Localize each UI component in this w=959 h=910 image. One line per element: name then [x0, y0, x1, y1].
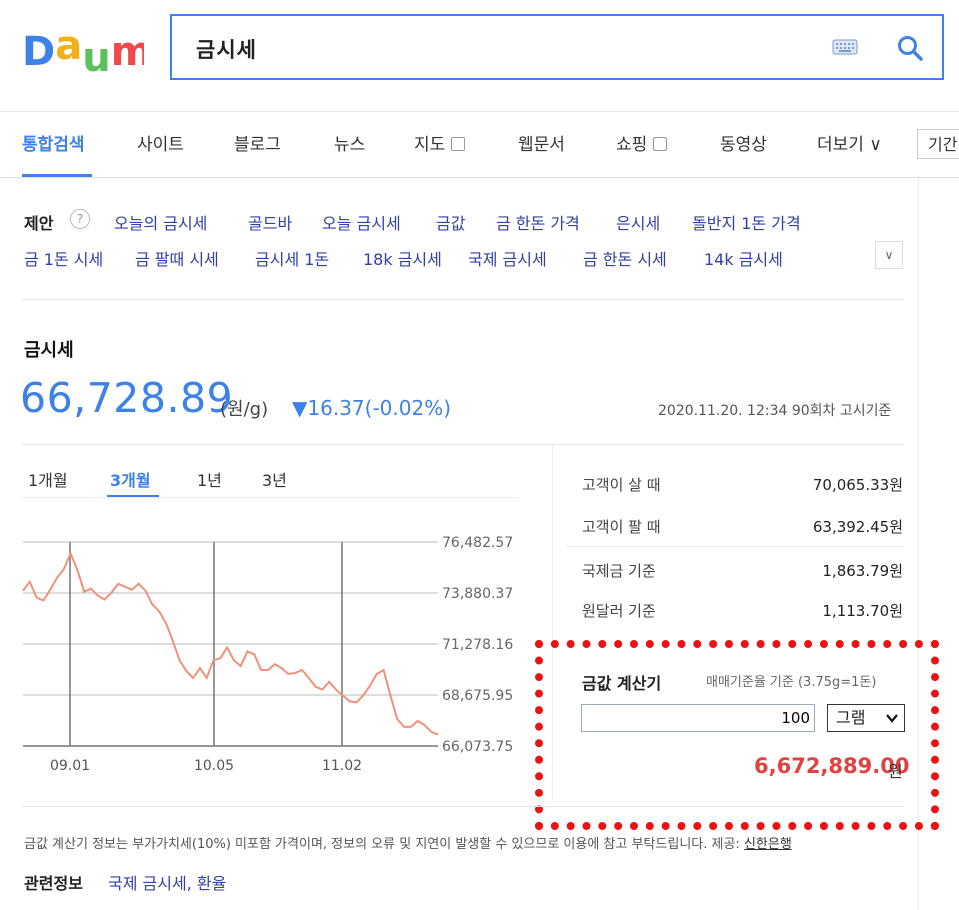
info-row-value: 63,392.45원 — [812, 518, 903, 536]
checkbox-icon — [451, 137, 466, 151]
tab-label: 쇼핑 — [616, 135, 648, 155]
provider-link[interactable]: 신한은행 — [744, 837, 792, 852]
suggestion-link[interactable]: 금 한돈 가격 — [496, 210, 580, 234]
info-row-value: 1,113.70원 — [822, 602, 903, 620]
gram-amount-input[interactable] — [581, 704, 815, 732]
suggestion-expand-button[interactable]: ∨ — [875, 241, 903, 269]
svg-text:Daum: Daum — [22, 27, 144, 75]
info-row-value: 70,065.33원 — [812, 476, 903, 494]
result-unit: 원 — [888, 762, 903, 781]
tab-label: 더보기 ∨ — [817, 135, 882, 155]
notice-timestamp: 2020.11.20. 12:34 90회차 고시기준 — [658, 403, 892, 419]
y-tick-label: 71,278.16 — [442, 637, 513, 653]
period-tab-2[interactable]: 1년 — [197, 467, 222, 491]
calculator-title: 금값 계산기 — [582, 674, 662, 693]
tab-label: 블로그 — [234, 135, 281, 155]
tab-7[interactable]: 동영상 — [720, 130, 767, 155]
suggestion-link[interactable]: 14k 금시세 — [704, 246, 783, 270]
price-divider — [22, 444, 904, 445]
info-row-label: 국제금 기준 — [582, 562, 656, 580]
suggestion-link[interactable]: 금 팔때 시세 — [135, 246, 219, 270]
tab-8[interactable]: 더보기 ∨ — [817, 130, 882, 155]
suggestion-divider — [22, 299, 904, 300]
period-tabs-divider — [22, 497, 518, 498]
suggestion-link[interactable]: 금시세 1돈 — [255, 246, 329, 270]
x-tick-label: 11.02 — [322, 758, 362, 774]
info-row-label: 고객이 팔 때 — [582, 518, 661, 536]
tab-6[interactable]: 쇼핑 — [616, 130, 668, 155]
tab-1[interactable]: 사이트 — [137, 130, 184, 155]
suggestion-link[interactable]: 은시세 — [616, 210, 660, 234]
chevron-down-icon — [886, 714, 898, 723]
period-tab-3[interactable]: 3년 — [262, 467, 287, 491]
related-label: 관련정보 — [24, 874, 83, 893]
suggestion-link[interactable]: 금 한돈 시세 — [583, 246, 667, 270]
price-change: ▼16.37(-0.02%) — [292, 396, 451, 420]
tab-label: 뉴스 — [334, 135, 366, 155]
unit-select[interactable]: 그램 — [827, 704, 905, 732]
tab-label: 지도 — [414, 135, 446, 155]
gold-price: 66,728.89 — [20, 374, 234, 422]
checkbox-icon — [653, 137, 668, 151]
suggestion-link[interactable]: 금 1돈 시세 — [24, 246, 103, 270]
suggestion-label: 제안 — [24, 214, 54, 233]
gold-price-chart: 76,482.57 73,880.37 71,278.16 68,675.95 66,0… — [22, 535, 513, 774]
tab-4[interactable]: 지도 — [414, 130, 466, 155]
tab-label: 사이트 — [137, 135, 184, 155]
tab-label: 통합검색 — [22, 135, 85, 155]
tab-label: 웹문서 — [518, 135, 565, 155]
help-icon[interactable]: ? — [70, 209, 90, 229]
y-tick-label: 76,482.57 — [442, 535, 513, 551]
info-row-label: 원달러 기준 — [582, 602, 656, 620]
related-links[interactable]: 국제 금시세, 환율 — [108, 870, 226, 894]
period-tab-0[interactable]: 1개월 — [28, 467, 68, 491]
info-row-value: 1,863.79원 — [822, 562, 903, 580]
disclaimer-text: 금값 계산기 정보는 부가가치세(10%) 미포함 가격이며, 정보의 오류 및… — [24, 837, 744, 852]
info-row-separator — [566, 546, 904, 547]
tab-2[interactable]: 블로그 — [234, 130, 281, 155]
search-input[interactable]: 금시세 — [196, 34, 257, 64]
calculator-basis: 매매기준율 기준 (3.75g=1돈) — [706, 675, 877, 690]
calculator-result: 6,672,889.00 — [754, 754, 910, 778]
tab-0[interactable]: 통합검색 — [22, 130, 85, 155]
keyboard-icon[interactable] — [832, 38, 858, 56]
suggestion-link[interactable]: 18k 금시세 — [363, 246, 442, 270]
suggestion-link[interactable]: 국제 금시세 — [468, 246, 547, 270]
search-box[interactable]: 금시세 — [170, 14, 944, 80]
suggestion-link[interactable]: 금값 — [436, 210, 465, 234]
tabs-divider — [0, 177, 959, 178]
suggestion-link[interactable]: 골드바 — [248, 210, 292, 234]
search-icon[interactable] — [896, 34, 924, 62]
bottom-divider — [22, 806, 904, 807]
x-tick-label: 09.01 — [50, 758, 90, 774]
y-tick-label: 66,073.75 — [442, 739, 513, 755]
disclaimer: 금값 계산기 정보는 부가가치세(10%) 미포함 가격이며, 정보의 오류 및… — [24, 833, 792, 852]
header-divider — [0, 111, 959, 112]
info-row-label: 고객이 살 때 — [582, 476, 661, 494]
y-tick-label: 68,675.95 — [442, 688, 513, 704]
y-tick-label: 73,880.37 — [442, 586, 513, 602]
tab-3[interactable]: 뉴스 — [334, 130, 365, 155]
unit-select-value: 그램 — [836, 708, 866, 727]
suggestion-link[interactable]: 오늘 금시세 — [322, 210, 401, 234]
gold-title: 금시세 — [24, 340, 74, 361]
price-unit: (원/g) — [220, 399, 269, 420]
suggestion-link[interactable]: 돌반지 1돈 가격 — [692, 210, 801, 234]
x-tick-label: 10.05 — [194, 758, 234, 774]
tab-5[interactable]: 웹문서 — [518, 130, 565, 155]
suggestion-link[interactable]: 오늘의 금시세 — [114, 210, 207, 234]
tab-label: 동영상 — [720, 135, 767, 155]
period-tab-1[interactable]: 3개월 — [110, 467, 151, 491]
calculator-highlight-frame — [535, 640, 939, 830]
period-filter[interactable]: 기간 — [917, 129, 959, 159]
daum-logo[interactable]: Daum — [22, 27, 144, 75]
